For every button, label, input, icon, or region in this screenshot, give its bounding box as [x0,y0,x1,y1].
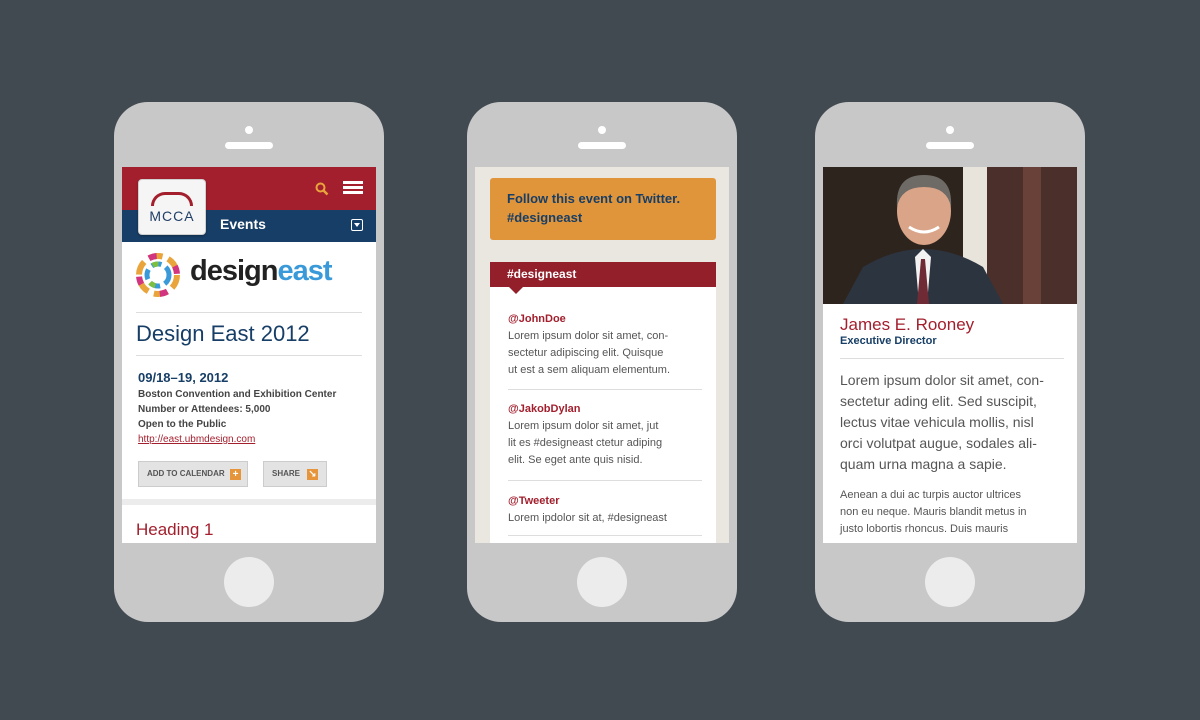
tweet-list: @JohnDoe Lorem ipsum dolor sit amet, con… [490,287,716,543]
divider [136,355,362,356]
phone-mockup-event: MCCA Events designeast Design East 2012 … [114,102,384,622]
speaker [225,142,273,149]
hamburger-menu-icon[interactable] [343,181,363,195]
phone-mockup-twitter: Follow this event on Twitter. #designeas… [467,102,737,622]
share-button[interactable]: SHARE ↘ [263,461,327,487]
home-button[interactable] [577,557,627,607]
event-venue: Boston Convention and Exhibition Center [138,389,337,400]
hashtag-feed-header: #designeast [490,262,716,287]
event-access: Open to the Public [138,419,227,430]
share-arrow-icon: ↘ [307,469,318,480]
nav-section-label[interactable]: Events [220,216,266,232]
plus-icon: + [230,469,241,480]
phone-screen: Follow this event on Twitter. #designeas… [475,167,729,543]
banner-hashtag: #designeast [507,210,583,225]
header-pointer [509,287,523,294]
phone-mockup-profile: James E. Rooney Executive Director Lorem… [815,102,1085,622]
tweet-handle[interactable]: @JohnDoe [508,313,566,325]
section-separator [122,499,376,505]
section-heading: Heading 1 [136,520,214,539]
site-header: MCCA Events [122,167,376,242]
dropdown-icon[interactable] [351,219,363,231]
mcca-logo[interactable]: MCCA [138,179,206,235]
search-icon[interactable] [315,182,329,196]
profile-photo [823,167,1077,304]
phone-screen: MCCA Events designeast Design East 2012 … [122,167,376,543]
camera [598,126,606,134]
speaker [926,142,974,149]
designeast-logo-icon [136,253,180,297]
add-to-calendar-button[interactable]: ADD TO CALENDAR + [138,461,248,487]
tweet-handle[interactable]: @Tweeter [508,495,559,507]
event-attendees: Number or Attendees: 5,000 [138,404,271,415]
tweet-divider [508,535,702,536]
twitter-follow-banner[interactable]: Follow this event on Twitter. #designeas… [490,178,716,240]
tweet-divider [508,480,702,481]
event-website-link[interactable]: http://east.ubmdesign.com [138,434,255,445]
home-button[interactable] [224,557,274,607]
tweet-divider [508,389,702,390]
speaker [578,142,626,149]
tweet-text: Lorem ipdolor sit at, #designeast [508,512,667,524]
tweet-handle[interactable]: @JakobDylan [508,403,580,415]
divider [840,358,1064,359]
camera [245,126,253,134]
share-label: SHARE [272,469,301,478]
event-title: Design East 2012 [136,321,310,346]
home-button[interactable] [925,557,975,607]
profile-role: Executive Director [840,335,937,347]
banner-text: Follow this event on Twitter. [507,191,681,206]
add-to-calendar-label: ADD TO CALENDAR [147,469,225,478]
profile-name: James E. Rooney [840,315,975,334]
profile-lead-text: Lorem ipsum dolor sit amet, con- sectetu… [840,372,1044,472]
event-date: 09/18–19, 2012 [138,370,229,385]
logo-text: MCCA [149,208,195,224]
divider [136,312,362,313]
camera [946,126,954,134]
tweet-text: Lorem ipsum dolor sit amet, jut lit es #… [508,420,663,466]
logo-arc [151,192,193,206]
designeast-wordmark: designeast [190,255,333,287]
portrait-image [823,167,1077,304]
phone-screen: James E. Rooney Executive Director Lorem… [823,167,1077,543]
hashtag-title: #designeast [507,267,577,281]
profile-body-text: Aenean a dui ac turpis auctor ultrices n… [840,489,1027,535]
tweet-text: Lorem ipsum dolor sit amet, con- sectetu… [508,330,671,376]
